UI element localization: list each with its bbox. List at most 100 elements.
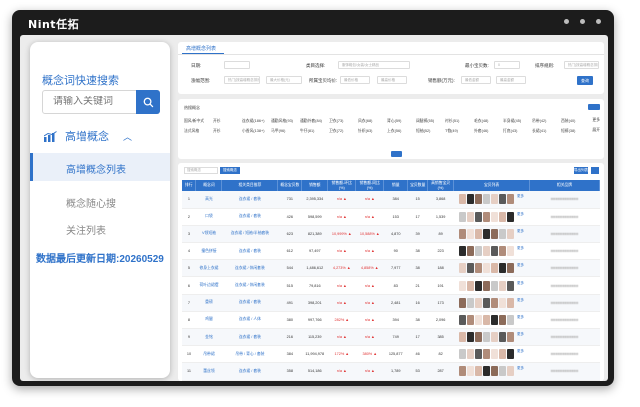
- column-header[interactable]: 排行: [182, 180, 197, 191]
- product-thumbnail[interactable]: [507, 211, 515, 222]
- product-thumbnail[interactable]: [483, 246, 491, 257]
- product-thumbnail[interactable]: [467, 366, 475, 377]
- category-link[interactable]: 连衣裙 / 套装: [221, 362, 278, 381]
- product-thumbnail[interactable]: [483, 297, 491, 308]
- concept-tag[interactable]: 吊带(42): [532, 119, 546, 124]
- product-thumbnail[interactable]: [483, 263, 491, 274]
- product-thumbnail[interactable]: [475, 349, 483, 360]
- product-thumbnail[interactable]: [459, 280, 467, 291]
- table-row[interactable]: 6 荷叶边裙摆 连衣裙 / 休闲套装 515 79,816 n/a ▲ n/a ▲ 83 21 1…: [182, 276, 600, 295]
- product-thumbnail[interactable]: [467, 349, 475, 360]
- sidebar-item-hot-list[interactable]: 高增概念列表: [30, 153, 170, 181]
- product-thumbnail[interactable]: [491, 280, 499, 291]
- concept-tag[interactable]: 通勤风格(93): [271, 119, 293, 124]
- concept-word-link[interactable]: 口袋: [195, 208, 222, 226]
- product-thumbnail[interactable]: [491, 228, 499, 239]
- product-thumbnail[interactable]: [491, 246, 499, 257]
- product-thumbnail[interactable]: [499, 263, 507, 274]
- columns-button[interactable]: [591, 167, 599, 174]
- product-thumbnail[interactable]: [507, 228, 515, 239]
- concept-tag[interactable]: 背心(59): [387, 119, 401, 124]
- product-thumbnail[interactable]: [467, 194, 475, 205]
- export-button[interactable]: 导出列表: [574, 167, 588, 174]
- product-thumbnail[interactable]: [491, 194, 499, 205]
- table-row[interactable]: 5 修身上衣裙 连衣裙 / 休闲套装 544 1,486,612 4,273% ▲ 4,85…: [182, 259, 600, 278]
- more-link[interactable]: 更多: [517, 298, 524, 308]
- category-select[interactable]: 服饰鞋包/女装/女士精品: [338, 61, 410, 69]
- concept-word-link[interactable]: 鸡腿: [195, 311, 222, 330]
- more-link[interactable]: 更多: [517, 366, 524, 376]
- concept-word-link[interactable]: 重磅: [195, 294, 222, 312]
- concept-tag[interactable]: 针织(63): [358, 129, 372, 134]
- concept-tag[interactable]: 外套(46): [474, 129, 488, 134]
- product-thumbnail[interactable]: [499, 366, 507, 377]
- column-header[interactable]: 概念词: [195, 180, 223, 191]
- category-link[interactable]: 连衣裙 / 套装: [221, 328, 278, 347]
- category-link[interactable]: 连衣裙 / 休闲套装: [221, 276, 278, 295]
- concept-tag[interactable]: 毛衣(48): [474, 119, 488, 124]
- product-thumbnail[interactable]: [499, 246, 507, 257]
- concept-tag[interactable]: 短裤(38): [561, 129, 575, 134]
- table-row[interactable]: 4 撞色拼接 连衣裙 / 套装 612 97,497 n/a ▲ n/a ▲ 90 38 223 更…: [182, 242, 600, 261]
- concept-tag[interactable]: 风衣(68): [358, 119, 372, 124]
- more-link[interactable]: 更多: [517, 349, 524, 359]
- table-row[interactable]: 3 V领短袖 连衣裙 / 短袖/半袖套装 623 821,389 10,999% ▲ 10,…: [182, 225, 600, 244]
- concept-tag[interactable]: 法式风格: [184, 129, 199, 134]
- min-items-input[interactable]: 0: [494, 61, 520, 69]
- column-header[interactable]: 相关品牌: [529, 180, 600, 191]
- more-button[interactable]: [588, 104, 600, 110]
- concept-tag[interactable]: 牛仔(81): [300, 129, 314, 134]
- product-thumbnail[interactable]: [475, 246, 483, 257]
- sort-select[interactable]: 热门(按高增概念排序): [564, 61, 599, 69]
- product-thumbnail[interactable]: [459, 246, 467, 257]
- product-thumbnail[interactable]: [459, 211, 467, 222]
- table-row[interactable]: 10 吊带裙 吊带 / 背心 / 套装 384 11,994,978 172% ▲ 380%…: [182, 345, 600, 364]
- range-select[interactable]: 热门(按高增概念排序): [224, 76, 260, 84]
- more-link[interactable]: 更多: [517, 229, 524, 239]
- window-dot[interactable]: [596, 19, 601, 24]
- product-thumbnail[interactable]: [467, 314, 475, 325]
- category-link[interactable]: 连衣裙 / 套装: [221, 242, 278, 261]
- product-thumbnail[interactable]: [499, 228, 507, 239]
- product-thumbnail[interactable]: [459, 297, 467, 308]
- sidebar-item-concept-search[interactable]: 概念随心搜: [66, 195, 116, 210]
- expand-tag[interactable]: 展开: [592, 128, 600, 133]
- product-thumbnail[interactable]: [491, 211, 499, 222]
- product-thumbnail[interactable]: [459, 228, 467, 239]
- product-thumbnail[interactable]: [507, 280, 515, 291]
- product-thumbnail[interactable]: [483, 280, 491, 291]
- concept-tag[interactable]: 上衣(56): [387, 129, 401, 134]
- more-link[interactable]: 更多: [517, 194, 524, 204]
- product-thumbnail[interactable]: [483, 194, 491, 205]
- product-thumbnail[interactable]: [459, 314, 467, 325]
- product-thumbnail[interactable]: [483, 366, 491, 377]
- max-sales-input[interactable]: 最高金额: [496, 76, 526, 84]
- product-thumbnail[interactable]: [499, 332, 507, 343]
- query-button[interactable]: 查询: [577, 76, 593, 85]
- product-thumbnail[interactable]: [459, 349, 467, 360]
- product-thumbnail[interactable]: [459, 332, 467, 343]
- concept-tag[interactable]: 半身裙(45): [503, 119, 521, 124]
- min-price-input[interactable]: 最低价格: [340, 76, 370, 84]
- concept-tag[interactable]: 衬衫(51): [445, 119, 459, 124]
- concept-word-link[interactable]: 高光: [195, 191, 222, 209]
- product-thumbnail[interactable]: [475, 332, 483, 343]
- product-thumbnail[interactable]: [475, 366, 483, 377]
- product-thumbnail[interactable]: [507, 366, 515, 377]
- collapse-button[interactable]: [391, 151, 402, 157]
- concept-tag[interactable]: 通勤外套(84): [300, 119, 322, 124]
- table-row[interactable]: 1 高光 连衣裙 / 套装 731 2,395,334 n/a ▲ n/a ▲ 384 15 3,…: [182, 191, 600, 209]
- window-dot[interactable]: [564, 19, 569, 24]
- concept-tag[interactable]: 短袖(52): [416, 129, 430, 134]
- concept-tag[interactable]: 开衫: [213, 119, 221, 124]
- concept-word-link[interactable]: V领短袖: [195, 225, 222, 244]
- product-thumbnail[interactable]: [507, 246, 515, 257]
- product-thumbnail[interactable]: [459, 263, 467, 274]
- product-thumbnail[interactable]: [483, 228, 491, 239]
- product-thumbnail[interactable]: [475, 228, 483, 239]
- product-thumbnail[interactable]: [491, 263, 499, 274]
- concept-tag[interactable]: 卫衣(73): [329, 119, 343, 124]
- column-header[interactable]: 销售额-环比(%): [327, 180, 357, 191]
- concept-word-link[interactable]: 荷叶边裙摆: [195, 276, 222, 295]
- concept-tag[interactable]: 国风/新中式: [184, 119, 204, 124]
